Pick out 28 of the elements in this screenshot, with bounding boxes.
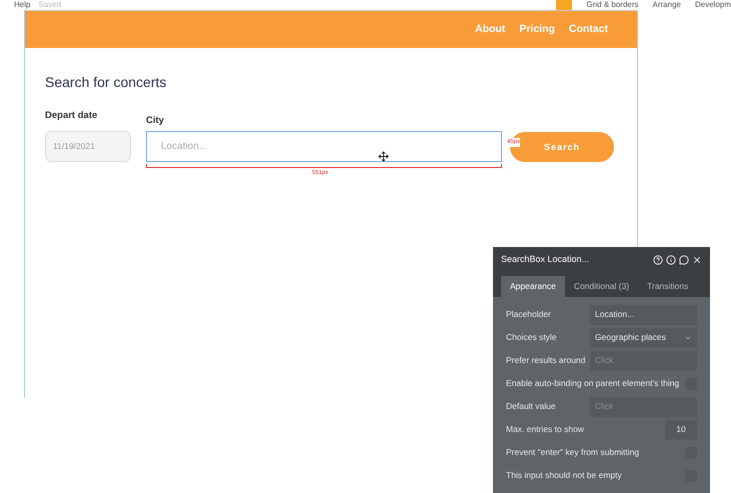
choices-dropdown[interactable]: Geographic places bbox=[590, 328, 697, 348]
menu-item[interactable]: Help bbox=[14, 0, 30, 10]
toolbar-menu[interactable]: Arrange bbox=[652, 0, 681, 10]
help-icon[interactable] bbox=[653, 254, 663, 264]
toolbar-menu[interactable]: Grid & borders bbox=[586, 0, 639, 10]
comment-icon[interactable] bbox=[679, 254, 689, 264]
close-icon[interactable] bbox=[692, 254, 702, 264]
property-label: Prevent "enter" key from submitting bbox=[506, 446, 640, 459]
property-label: Prefer results around bbox=[506, 354, 586, 367]
property-label: Placeholder bbox=[506, 308, 551, 321]
field-label: Depart date bbox=[45, 109, 98, 123]
number-field[interactable]: 10 bbox=[665, 420, 697, 440]
property-label: Enable auto-binding on parent element's thing bbox=[506, 377, 680, 390]
panel-tab[interactable]: Appearance bbox=[501, 276, 565, 297]
save-status: Saved bbox=[38, 0, 62, 10]
placeholder-field[interactable]: Location... bbox=[590, 304, 697, 324]
field-label: City bbox=[146, 114, 165, 128]
form-title: Search for concerts bbox=[45, 73, 168, 92]
panel-tab[interactable]: Conditional (3) bbox=[564, 276, 638, 297]
panel-tab[interactable]: Transitions bbox=[638, 276, 698, 297]
property-label: Choices style bbox=[506, 331, 557, 344]
panel-title: SearchBox Location... bbox=[501, 252, 590, 266]
property-label: Max. entries to show bbox=[506, 423, 584, 436]
mode-menu[interactable]: Developm bbox=[694, 0, 731, 10]
property-label: This input should not be empty bbox=[506, 469, 622, 482]
property-label: Default value bbox=[506, 400, 556, 413]
info-icon[interactable] bbox=[666, 254, 676, 264]
move-cursor-icon bbox=[378, 151, 389, 162]
